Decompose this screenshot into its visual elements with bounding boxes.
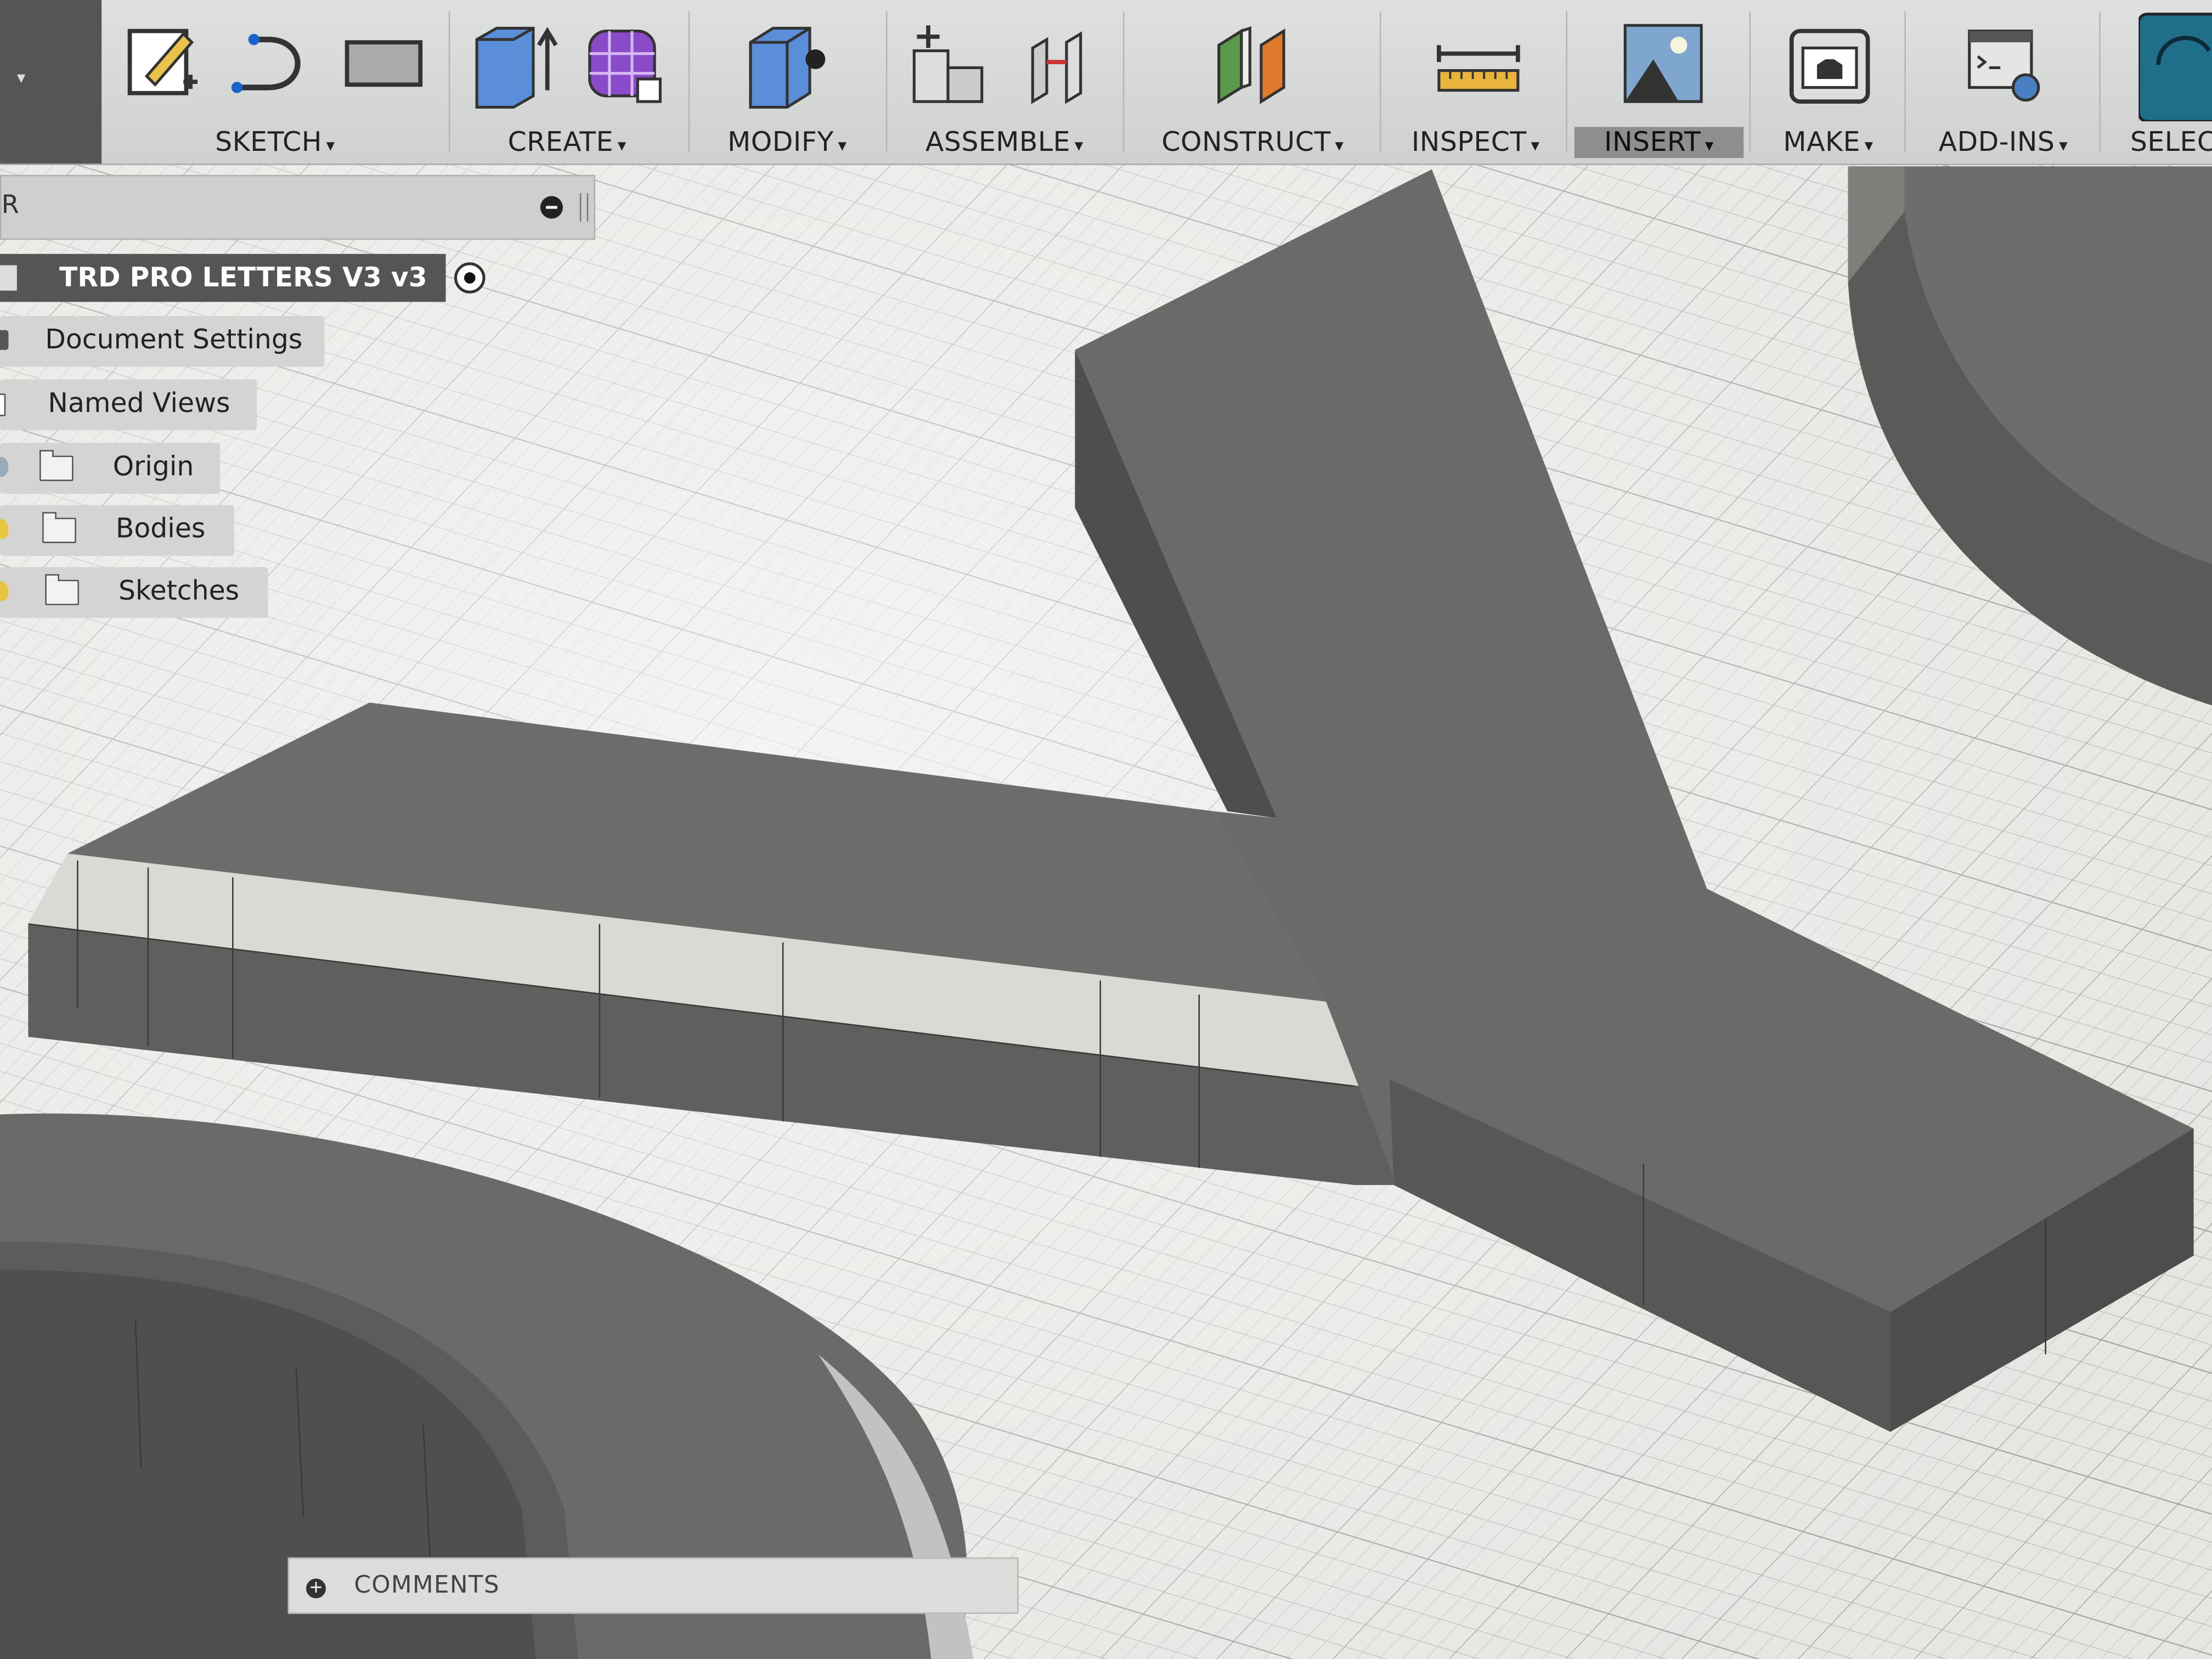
browser-title: R bbox=[1, 190, 19, 221]
assemble-menu[interactable]: ASSEMBLE ▾ bbox=[894, 127, 1114, 158]
joint-icon bbox=[1031, 31, 1082, 104]
insert-menu[interactable]: INSERT ▾ bbox=[1574, 127, 1744, 158]
visibility-icon[interactable] bbox=[0, 457, 9, 477]
form-icon bbox=[588, 29, 662, 103]
toolbar-separator bbox=[1904, 11, 1906, 153]
press-pull-icon bbox=[749, 26, 826, 109]
workspace-switcher[interactable]: ▾ bbox=[0, 0, 102, 164]
activate-radio-icon[interactable] bbox=[454, 262, 486, 294]
sketch-menu[interactable]: SKETCH ▾ bbox=[113, 127, 437, 158]
inspect-menu[interactable]: INSPECT ▾ bbox=[1391, 127, 1560, 158]
select-menu[interactable]: SELEC bbox=[2130, 127, 2212, 158]
chevron-down-icon: ▾ bbox=[16, 67, 26, 88]
tree-item-bodies[interactable]: Bodies bbox=[0, 505, 234, 556]
browser-panel-header: R bbox=[0, 174, 596, 240]
component-icon bbox=[0, 265, 17, 291]
create-sketch-icon bbox=[127, 29, 198, 95]
insert-group[interactable]: INSERT ▾ bbox=[1574, 0, 1744, 163]
construct-menu[interactable]: CONSTRUCT ▾ bbox=[1137, 127, 1369, 158]
root-label: TRD PRO LETTERS V3 v3 bbox=[59, 262, 427, 294]
create-group[interactable]: CREATE ▾ bbox=[457, 0, 677, 163]
pin-handle-icon[interactable] bbox=[579, 193, 589, 222]
assemble-group[interactable]: ASSEMBLE ▾ bbox=[894, 0, 1114, 163]
new-component-icon bbox=[912, 25, 984, 103]
gear-icon bbox=[0, 330, 9, 350]
toolbar-separator bbox=[1122, 11, 1125, 153]
tree-item-document-settings[interactable]: Document Settings bbox=[0, 316, 325, 367]
tree-item-named-views[interactable]: Named Views bbox=[0, 379, 257, 431]
lightbulb-icon[interactable] bbox=[0, 519, 9, 539]
measure-icon bbox=[1436, 45, 1520, 92]
insert-image-icon bbox=[1623, 24, 1703, 103]
toolbar-separator bbox=[1379, 11, 1381, 153]
select-icon bbox=[2138, 13, 2212, 122]
modify-menu[interactable]: MODIFY ▾ bbox=[699, 127, 874, 158]
make-group[interactable]: MAKE ▾ bbox=[1758, 0, 1899, 163]
make-menu[interactable]: MAKE ▾ bbox=[1758, 127, 1899, 158]
offset-plane-icon bbox=[1217, 26, 1285, 104]
add-ins-menu[interactable]: ADD-INS ▾ bbox=[1916, 127, 2091, 158]
lightbulb-icon[interactable] bbox=[0, 581, 9, 601]
toolbar-separator bbox=[1749, 11, 1751, 153]
rectangle-icon bbox=[345, 40, 423, 87]
extrude-icon bbox=[475, 26, 558, 109]
inspect-group[interactable]: INSPECT ▾ bbox=[1391, 0, 1560, 163]
toolbar-separator bbox=[1566, 11, 1567, 153]
sketch-group[interactable]: SKETCH ▾ bbox=[113, 0, 437, 163]
tree-item-origin[interactable]: Origin bbox=[0, 443, 221, 494]
toolbar-separator bbox=[448, 11, 450, 153]
create-menu[interactable]: CREATE ▾ bbox=[457, 127, 677, 158]
scripts-add-ins-icon bbox=[1968, 29, 2040, 102]
add-ins-group[interactable]: ADD-INS ▾ bbox=[1916, 0, 2091, 163]
comments-panel[interactable]: + COMMENTS bbox=[287, 1557, 1019, 1614]
toolbar-separator bbox=[885, 11, 888, 153]
add-comment-icon[interactable]: + bbox=[306, 1578, 326, 1599]
tree-item-sketches[interactable]: Sketches bbox=[0, 567, 268, 618]
toolbar-separator bbox=[2099, 11, 2101, 153]
spline-icon bbox=[231, 33, 301, 93]
folder-icon bbox=[40, 450, 74, 481]
canvas-viewport[interactable] bbox=[0, 0, 2212, 1659]
collapse-icon[interactable] bbox=[540, 196, 563, 219]
select-group[interactable]: SELEC bbox=[2108, 0, 2212, 163]
comments-label: COMMENTS bbox=[354, 1571, 500, 1600]
folder-icon bbox=[45, 574, 79, 606]
modify-group[interactable]: MODIFY ▾ bbox=[699, 0, 874, 163]
browser-root-node[interactable]: TRD PRO LETTERS V3 v3 bbox=[0, 253, 446, 302]
folder-icon bbox=[0, 393, 6, 416]
toolbar: ▾ SKETCH ▾ CREATE ▾ MODIFY ▾ ASSEMBLE ▾ C bbox=[0, 0, 2212, 165]
toolbar-separator bbox=[688, 11, 690, 153]
folder-icon bbox=[42, 512, 76, 543]
3d-print-icon bbox=[1789, 29, 1870, 104]
construct-group[interactable]: CONSTRUCT ▾ bbox=[1137, 0, 1369, 163]
